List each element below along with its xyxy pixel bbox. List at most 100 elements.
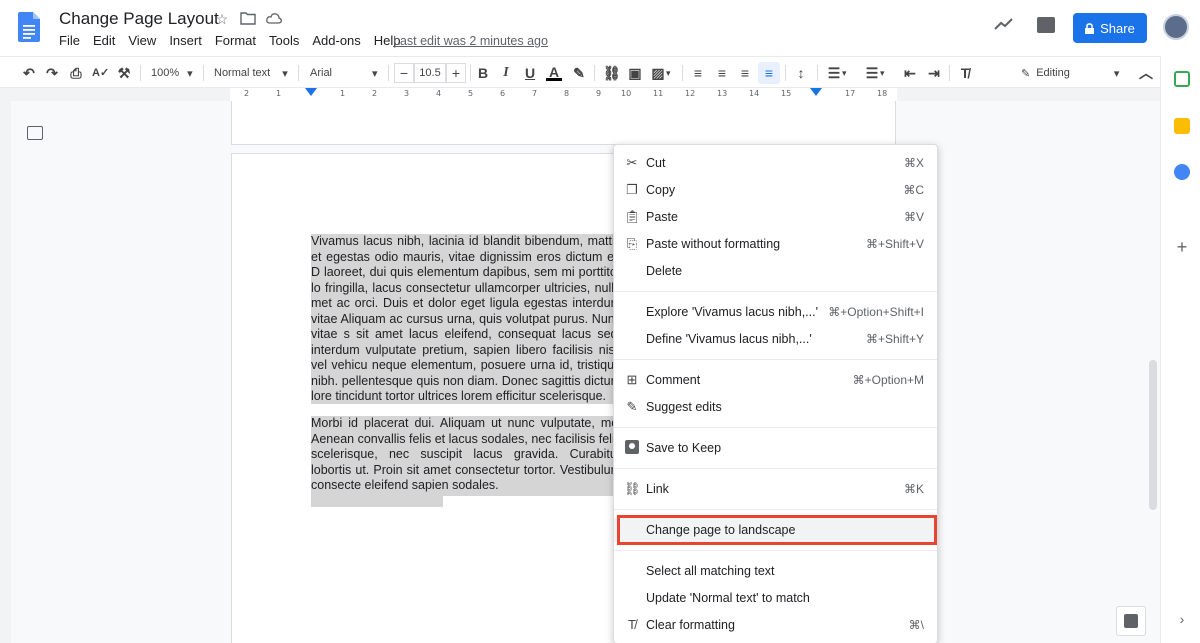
print-icon[interactable]: ⎙ (68, 64, 84, 82)
redo-icon[interactable]: ↷ (44, 64, 60, 82)
activity-dashboard-icon[interactable] (994, 17, 1014, 31)
paste-icon: 📋︎ (624, 209, 641, 224)
ruler-number: 11 (653, 89, 664, 98)
italic-icon[interactable]: I (498, 64, 514, 82)
menu-item-copy[interactable]: ❐ Copy ⌘C (614, 178, 937, 202)
menu-item-update-normal-text[interactable]: Update 'Normal text' to match (614, 586, 937, 610)
explore-button[interactable] (1116, 606, 1146, 636)
bulleted-list-icon[interactable]: ☰ ▾ (864, 64, 885, 82)
clear-formatting-icon[interactable]: T̸ (957, 64, 973, 82)
right-indent-marker-icon[interactable] (810, 88, 822, 98)
copy-icon: ❐ (626, 182, 638, 197)
ruler-number: 18 (877, 89, 888, 98)
move-folder-icon[interactable] (240, 11, 256, 27)
context-menu: ✂ Cut ⌘X ❐ Copy ⌘C 📋︎ Paste ⌘V ⎘ Paste w… (613, 144, 938, 643)
menu-edit[interactable]: Edit (93, 33, 115, 48)
ruler-number: 2 (372, 89, 378, 98)
link-icon: ⛓ (624, 481, 641, 496)
collapse-toolbar-icon[interactable]: ︿ (1138, 64, 1154, 82)
cloud-status-icon[interactable] (266, 11, 282, 27)
ruler-number: 1 (276, 89, 282, 98)
keep-icon[interactable] (1174, 118, 1190, 134)
menu-item-label: Define 'Vivamus lacus nibh,...' (646, 332, 812, 346)
decrease-font-size-button[interactable]: − (394, 63, 414, 83)
ruler-number: 15 (781, 89, 792, 98)
text-color-icon[interactable]: A (546, 64, 562, 82)
tasks-icon[interactable] (1174, 164, 1190, 180)
star-icon[interactable]: ☆ (214, 11, 230, 27)
last-edit-link[interactable]: Last edit was 2 minutes ago (393, 34, 548, 48)
share-button[interactable]: Share (1073, 13, 1147, 43)
style-select[interactable]: Normal text ▾ (214, 64, 288, 82)
insert-comment-icon[interactable]: ▣ (627, 64, 643, 82)
paragraph-2[interactable]: Morbi id placerat dui. Aliquam ut nunc v… (311, 416, 621, 496)
mode-select[interactable]: ✎ Editing ▾ (1021, 64, 1119, 82)
ruler-number: 3 (404, 89, 410, 98)
underline-icon[interactable]: U (522, 64, 538, 82)
menu-item-shortcut: ⌘\ (908, 618, 924, 632)
menu-item-cut[interactable]: ✂ Cut ⌘X (614, 151, 937, 175)
comment-history-icon[interactable] (1037, 17, 1055, 33)
menu-item-label: Save to Keep (646, 441, 722, 455)
align-justify-icon[interactable]: ≡ (761, 64, 777, 82)
align-right-icon[interactable]: ≡ (737, 64, 753, 82)
paint-format-icon[interactable]: ⚒ (116, 64, 132, 82)
menu-item-delete[interactable]: Delete (614, 259, 937, 283)
menu-insert[interactable]: Insert (169, 33, 202, 48)
ruler-number: 9 (596, 89, 602, 98)
menu-item-link[interactable]: ⛓ Link ⌘K (614, 477, 937, 501)
align-center-icon[interactable]: ≡ (714, 64, 730, 82)
docs-logo-icon[interactable] (18, 12, 40, 42)
menu-divider (614, 427, 937, 428)
increase-indent-icon[interactable]: ⇥ (926, 64, 942, 82)
line-spacing-icon[interactable]: ↕ (793, 64, 809, 82)
chevron-down-icon: ▾ (1113, 67, 1120, 80)
menu-file[interactable]: File (59, 33, 80, 48)
decrease-indent-icon[interactable]: ⇤ (902, 64, 918, 82)
scrollbar-thumb[interactable] (1149, 360, 1157, 510)
avatar[interactable] (1163, 14, 1189, 40)
ruler-number: 12 (685, 89, 696, 98)
menu-item-define[interactable]: Define 'Vivamus lacus nibh,...' ⌘+Shift+… (614, 327, 937, 351)
undo-icon[interactable]: ↶ (21, 64, 37, 82)
menu-item-clear-formatting[interactable]: T̸ Clear formatting ⌘\ (614, 613, 937, 637)
menu-item-select-all-matching[interactable]: Select all matching text (614, 559, 937, 583)
zoom-value: 100% (151, 67, 180, 79)
mode-value: Editing (1036, 67, 1070, 79)
scissors-icon: ✂ (626, 155, 638, 170)
left-indent-marker-icon[interactable] (305, 88, 317, 98)
menu-format[interactable]: Format (215, 33, 256, 48)
align-left-icon[interactable]: ≡ (690, 64, 706, 82)
insert-image-icon[interactable]: ▨ ▾ (650, 64, 670, 82)
document-outline-icon[interactable] (27, 126, 43, 140)
menu-item-label: Cut (646, 156, 666, 170)
calendar-icon[interactable] (1174, 71, 1190, 87)
font-size-input[interactable]: 10.5 (414, 63, 446, 83)
comment-icon: ⊞ (626, 372, 638, 387)
clear-format-icon: T̸ (628, 617, 636, 632)
menu-item-shortcut: ⌘X (903, 156, 924, 170)
add-addon-icon[interactable]: + (1174, 238, 1190, 256)
menu-item-save-to-keep[interactable]: Save to Keep (614, 436, 937, 460)
bold-icon[interactable]: B (475, 64, 491, 82)
menu-item-label: Clear formatting (646, 618, 735, 632)
menu-item-comment[interactable]: ⊞ Comment ⌘+Option+M (614, 368, 937, 392)
highlight-box (617, 515, 937, 545)
menu-item-explore[interactable]: Explore 'Vivamus lacus nibh,...' ⌘+Optio… (614, 300, 937, 324)
paragraph-1[interactable]: Vivamus lacus nibh, lacinia id blandit b… (311, 234, 621, 404)
menu-item-suggest-edits[interactable]: ✎ Suggest edits (614, 395, 937, 419)
menu-tools[interactable]: Tools (269, 33, 299, 48)
zoom-select[interactable]: 100% ▾ (151, 64, 193, 82)
expand-panel-icon[interactable]: › (1174, 611, 1190, 627)
document-title[interactable]: Change Page Layout (59, 9, 219, 29)
numbered-list-icon[interactable]: ☰ ▾ (826, 64, 847, 82)
highlight-color-icon[interactable]: ✎ (571, 64, 587, 82)
menu-item-paste[interactable]: 📋︎ Paste ⌘V (614, 205, 937, 229)
link-icon[interactable]: ⛓ (603, 64, 621, 82)
menu-item-paste-without-formatting[interactable]: ⎘ Paste without formatting ⌘+Shift+V (614, 232, 937, 256)
menu-view[interactable]: View (128, 33, 156, 48)
increase-font-size-button[interactable]: + (446, 63, 466, 83)
spellcheck-icon[interactable]: A✓ (92, 64, 109, 82)
font-select[interactable]: Arial ▾ (310, 64, 378, 82)
menu-addons[interactable]: Add-ons (312, 33, 360, 48)
